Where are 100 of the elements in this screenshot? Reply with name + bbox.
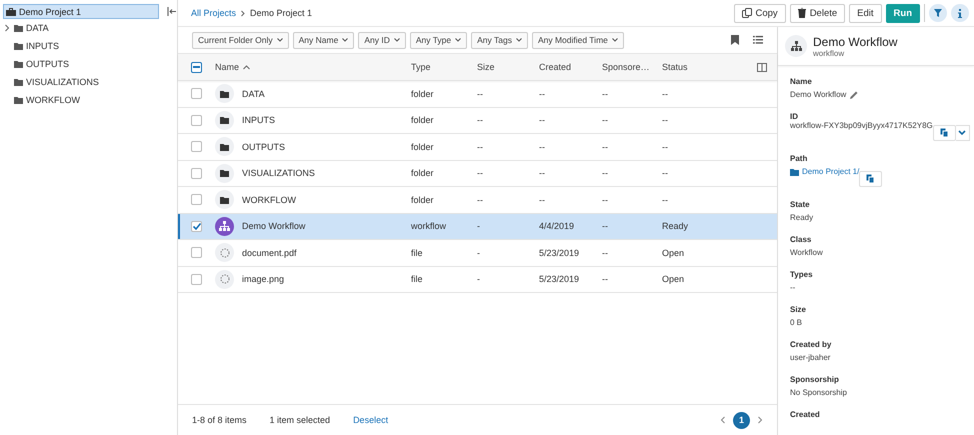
chevron-left-icon[interactable]	[720, 416, 726, 424]
field-label: Path	[790, 154, 808, 163]
list-view-icon[interactable]	[753, 35, 763, 45]
table-row[interactable]: image.png file - 5/23/2019 -- Open	[178, 266, 777, 293]
field-label: Name	[790, 77, 813, 86]
checkmark-icon	[192, 222, 200, 230]
filter-dropdown[interactable]: Any Tags	[471, 32, 528, 48]
folder-icon	[220, 196, 229, 204]
pencil-icon[interactable]	[850, 90, 858, 98]
folder-icon	[14, 60, 23, 68]
table-cell: -	[477, 248, 480, 258]
copy-button[interactable]	[932, 125, 956, 141]
table-row[interactable]: DATA folder -- -- -- --	[178, 81, 777, 108]
table-cell: --	[662, 194, 668, 205]
table-cell: --	[477, 194, 483, 205]
filter-dropdown[interactable]: Any Type	[410, 32, 468, 48]
table-row[interactable]: OUTPUTS folder -- -- -- --	[178, 134, 777, 160]
details-subtitle: workflow	[813, 48, 846, 58]
table-row[interactable]: Demo Workflow workflow - 4/4/2019 -- Ready	[178, 214, 777, 240]
table-cell: --	[539, 142, 545, 152]
deselect-link[interactable]: Deselect	[353, 415, 388, 425]
details-title: Demo Workflow	[813, 34, 898, 48]
edit-button[interactable]: Edit	[849, 4, 882, 22]
breadcrumb-link[interactable]: All Projects	[191, 8, 236, 18]
table-row[interactable]: INPUTS folder -- -- -- --	[178, 108, 777, 134]
info-button[interactable]	[951, 4, 969, 22]
path-link[interactable]: Demo Project 1/	[790, 167, 860, 176]
copy-button[interactable]: Copy	[734, 4, 786, 22]
table-cell: --	[602, 274, 608, 284]
table-cell: document.pdf	[242, 248, 297, 258]
column-header[interactable]: Size	[477, 62, 539, 72]
table-cell: -	[477, 274, 480, 284]
briefcase-icon	[6, 8, 16, 16]
table-cell: file	[411, 248, 423, 258]
tree-item[interactable]: Demo Project 1	[3, 4, 159, 19]
delete-button[interactable]: Delete	[790, 4, 846, 22]
row-checkbox[interactable]	[191, 194, 202, 206]
table-cell: VISUALIZATIONS	[242, 168, 315, 178]
select-all-checkbox[interactable]	[191, 62, 202, 72]
row-checkbox[interactable]	[191, 220, 202, 232]
dropdown-button[interactable]	[956, 125, 970, 141]
table-row[interactable]: document.pdf file - 5/23/2019 -- Open	[178, 240, 777, 266]
columns-icon[interactable]	[757, 62, 767, 72]
minus-icon	[193, 66, 200, 68]
field-label: Types	[790, 270, 814, 279]
caret-icon	[276, 38, 283, 42]
copy-icon	[940, 128, 949, 138]
field-label: ID	[790, 112, 799, 121]
folder-icon	[790, 168, 799, 176]
table-cell: Open	[662, 248, 684, 258]
bookmark-icon[interactable]	[730, 35, 740, 45]
column-header[interactable]: Status	[662, 62, 742, 72]
table-cell: --	[477, 88, 483, 99]
field-label: Created	[790, 410, 821, 419]
column-header[interactable]: Name	[215, 62, 411, 72]
tree-item[interactable]: DATA	[3, 19, 177, 37]
copy-button[interactable]	[859, 171, 882, 187]
chevron-right-icon[interactable]	[757, 416, 763, 424]
field-value: Workflow	[790, 248, 824, 257]
tree-item[interactable]: INPUTS	[3, 37, 177, 55]
page-button[interactable]: 1	[733, 412, 750, 428]
table-cell: folder	[411, 142, 434, 152]
folder-icon	[14, 24, 23, 32]
collapse-sidebar-icon[interactable]	[167, 7, 177, 16]
row-checkbox[interactable]	[191, 168, 202, 179]
folder-icon	[220, 116, 229, 124]
filter-dropdown[interactable]: Any Name	[292, 32, 354, 48]
filter-dropdown[interactable]: Any ID	[358, 32, 406, 48]
caret-icon	[612, 38, 618, 42]
field-value: user-jbaher	[790, 353, 832, 362]
filter-button[interactable]	[929, 4, 947, 22]
table-cell: --	[539, 194, 545, 205]
selection-count: 1 item selected	[270, 415, 330, 425]
row-checkbox[interactable]	[191, 88, 202, 100]
row-checkbox[interactable]	[191, 247, 202, 258]
table-cell: image.png	[242, 274, 284, 284]
row-checkbox[interactable]	[191, 141, 202, 152]
field-value: Ready	[790, 213, 814, 222]
trash-icon	[798, 8, 806, 18]
tree-item[interactable]: OUTPUTS	[3, 55, 177, 73]
hierarchy-icon	[219, 221, 230, 232]
filter-dropdown[interactable]: Any Modified Time	[532, 32, 624, 48]
table-cell: --	[477, 168, 483, 178]
table-cell: OUTPUTS	[242, 142, 286, 152]
row-checkbox[interactable]	[191, 114, 202, 126]
row-checkbox[interactable]	[191, 274, 202, 285]
field-value: 0 B	[790, 318, 804, 327]
hierarchy-icon	[790, 41, 802, 51]
filter-dropdown[interactable]: Current Folder Only	[192, 32, 289, 48]
column-header[interactable]: Type	[411, 62, 477, 72]
table-row[interactable]: VISUALIZATIONS folder -- -- -- --	[178, 160, 777, 187]
chevron-right-icon[interactable]	[3, 24, 11, 32]
column-header[interactable]: Created	[539, 62, 602, 72]
tree-item[interactable]: WORKFLOW	[3, 91, 177, 109]
table-cell: --	[477, 142, 483, 152]
caret-icon	[455, 38, 462, 42]
folder-icon	[14, 42, 23, 50]
column-header[interactable]: Sponsore…	[602, 62, 662, 72]
tree-item[interactable]: VISUALIZATIONS	[3, 73, 177, 91]
folder-icon	[220, 169, 229, 178]
